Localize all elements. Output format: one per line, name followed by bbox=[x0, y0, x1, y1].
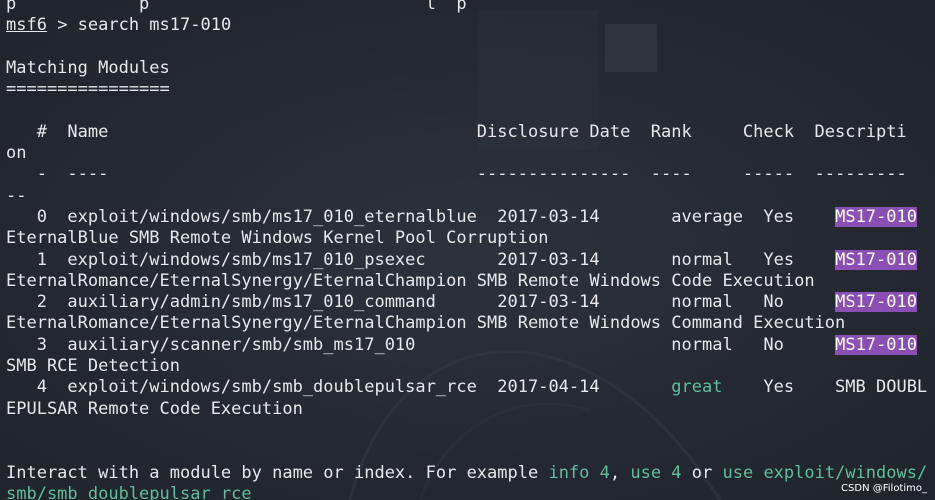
row-prefix: 0 exploit/windows/smb/ms17_010_eternalbl… bbox=[6, 206, 672, 227]
interact-or: or bbox=[681, 462, 723, 483]
table-row: 3 auxiliary/scanner/smb/smb_ms17_010 nor… bbox=[6, 334, 935, 356]
table-header: # Name Disclosure Date Rank Check Descri… bbox=[6, 121, 907, 142]
matching-modules-heading: Matching Modules bbox=[6, 57, 170, 78]
row-check: No bbox=[763, 334, 784, 355]
row-description-wrap: SMB RCE Detection bbox=[6, 356, 180, 377]
row-description-highlight: MS17-010 bbox=[835, 206, 917, 227]
row-spacer bbox=[733, 250, 764, 270]
row-description-highlight: MS17-010 bbox=[835, 334, 917, 355]
row-description-wrap: EternalBlue SMB Remote Windows Kernel Po… bbox=[6, 228, 549, 249]
row-prefix: 3 auxiliary/scanner/smb/smb_ms17_010 bbox=[6, 334, 672, 355]
interact-comma: , bbox=[609, 462, 631, 483]
table-row: 4 exploit/windows/smb/smb_doublepulsar_r… bbox=[6, 377, 935, 398]
row-spacer bbox=[784, 335, 835, 355]
command-text: > search ms17-010 bbox=[46, 15, 232, 36]
terminal-output: p p l p msf6 > search ms17-010 Matching … bbox=[6, 0, 935, 500]
table-separator: - ---- --------------- ---- ----- ------… bbox=[6, 164, 907, 185]
row-rank-great: great bbox=[671, 377, 723, 398]
row-prefix: 4 exploit/windows/smb/smb_doublepulsar_r… bbox=[6, 377, 672, 398]
row-spacer bbox=[733, 292, 764, 312]
info-command: info 4 bbox=[548, 462, 610, 483]
row-rank: normal bbox=[671, 292, 733, 313]
terminal-window[interactable]: p p l p msf6 > search ms17-010 Matching … bbox=[0, 0, 935, 500]
interact-hint: Interact with a module by name or index.… bbox=[6, 463, 935, 484]
table-header-wrap: on bbox=[6, 143, 27, 164]
use-index-command: use 4 bbox=[630, 462, 682, 483]
row-spacer bbox=[784, 292, 835, 312]
clipped-top-line: p p l p bbox=[6, 0, 467, 14]
table-row: 0 exploit/windows/smb/ms17_010_eternalbl… bbox=[6, 206, 935, 228]
watermark: CSDN @Filotimo_ bbox=[841, 483, 927, 494]
heading-rule: ================ bbox=[6, 79, 170, 100]
prompt-name: msf6 bbox=[6, 15, 47, 36]
row-description-highlight: MS17-010 bbox=[835, 292, 917, 313]
row-description-wrap: EPULSAR Remote Code Execution bbox=[6, 398, 303, 419]
row-spacer bbox=[794, 207, 835, 227]
row-check: No bbox=[763, 292, 784, 313]
row-check: Yes bbox=[763, 249, 795, 270]
interact-text: Interact with a module by name or index.… bbox=[6, 462, 549, 483]
row-description-highlight: MS17-010 bbox=[835, 249, 917, 270]
row-rank: average bbox=[671, 206, 743, 227]
row-description-wrap: EternalRomance/EternalSynergy/EternalCha… bbox=[6, 313, 846, 334]
row-prefix: 2 auxiliary/admin/smb/ms17_010_command 2… bbox=[6, 292, 672, 313]
table-row: 2 auxiliary/admin/smb/ms17_010_command 2… bbox=[6, 292, 935, 313]
row-spacer bbox=[794, 250, 835, 270]
row-spacer bbox=[743, 207, 763, 227]
row-check-and-description: Yes SMB DOUBL bbox=[722, 377, 928, 398]
row-spacer bbox=[733, 335, 764, 355]
command-line[interactable]: msf6 > search ms17-010 bbox=[6, 15, 935, 36]
row-description-wrap: EternalRomance/EternalSynergy/EternalCha… bbox=[6, 270, 815, 291]
interact-hint-wrap: smb/smb_doublepulsar_rce bbox=[6, 483, 252, 500]
table-row: 1 exploit/windows/smb/ms17_010_psexec 20… bbox=[6, 249, 935, 271]
row-prefix: 1 exploit/windows/smb/ms17_010_psexec 20… bbox=[6, 249, 672, 270]
use-path-command: use exploit/windows/ bbox=[722, 462, 928, 483]
row-rank: normal bbox=[671, 249, 733, 270]
row-rank: normal bbox=[671, 334, 733, 355]
row-check: Yes bbox=[763, 206, 795, 227]
table-separator-wrap: -- bbox=[6, 185, 27, 206]
